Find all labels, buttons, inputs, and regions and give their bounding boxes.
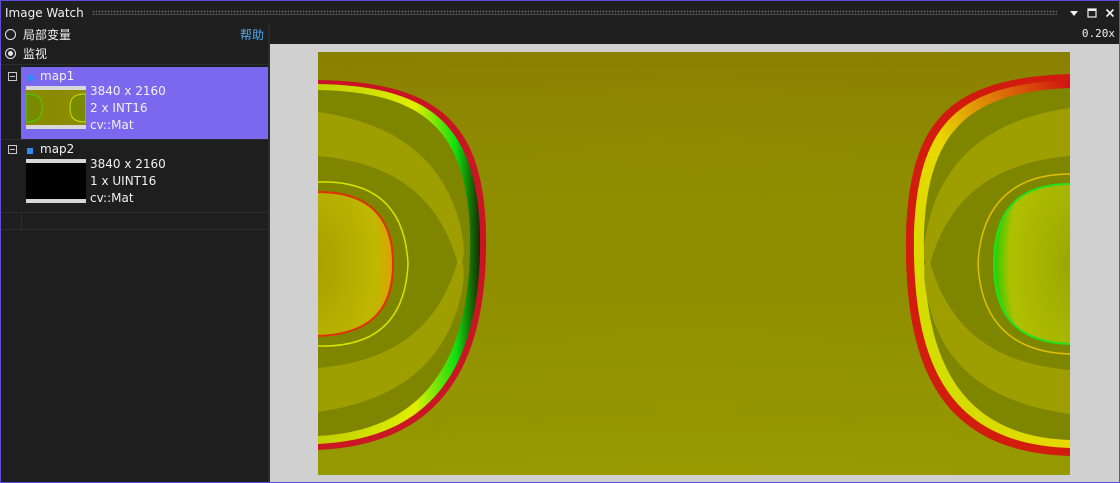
close-icon[interactable] (1101, 4, 1119, 22)
watch-label: 监视 (23, 46, 48, 61)
drag-grip[interactable] (91, 10, 1057, 15)
item-name: map1 (40, 69, 75, 83)
locals-option[interactable]: 局部变量 (5, 25, 71, 43)
divider (1, 212, 268, 213)
item-name: map2 (40, 142, 75, 156)
image-viewer[interactable] (270, 44, 1119, 482)
item-size: 3840 x 2160 (90, 84, 166, 98)
watch-panel: 局部变量 监视 帮助 map1 3840 x 2160 2 x INT16 cv… (1, 24, 268, 482)
list-item[interactable]: map1 3840 x 2160 2 x INT16 cv::Mat (1, 67, 268, 139)
viewer-toolbar: 0.20x (270, 24, 1119, 44)
maximize-icon[interactable] (1083, 4, 1101, 22)
list-item[interactable]: map2 3840 x 2160 1 x UINT16 cv::Mat (1, 140, 268, 212)
divider (1, 229, 268, 230)
zoom-level: 0.20x (1081, 27, 1115, 40)
item-marker-icon (27, 75, 33, 81)
watch-option[interactable]: 监视 (5, 44, 47, 62)
watch-radio[interactable] (5, 47, 16, 59)
help-link[interactable]: 帮助 (240, 26, 264, 43)
window-title: Image Watch (5, 5, 84, 20)
locals-label: 局部变量 (23, 27, 72, 42)
item-type: cv::Mat (90, 191, 134, 205)
divider (21, 212, 22, 229)
item-details: 3840 x 2160 1 x UINT16 cv::Mat (90, 156, 166, 207)
map1-image[interactable] (318, 52, 1070, 475)
item-details: 3840 x 2160 2 x INT16 cv::Mat (90, 83, 166, 134)
dropdown-icon[interactable] (1065, 4, 1083, 22)
collapse-icon[interactable] (8, 145, 17, 154)
item-channels: 1 x UINT16 (90, 174, 157, 188)
thumbnail-image (26, 86, 86, 129)
locals-radio[interactable] (5, 28, 16, 40)
item-marker-icon (27, 148, 33, 154)
collapse-icon[interactable] (8, 72, 17, 81)
title-bar: Image Watch (1, 1, 1119, 24)
divider (1, 64, 268, 65)
item-type: cv::Mat (90, 118, 134, 132)
thumbnail-image (26, 159, 86, 203)
item-channels: 2 x INT16 (90, 101, 148, 115)
item-size: 3840 x 2160 (90, 157, 166, 171)
